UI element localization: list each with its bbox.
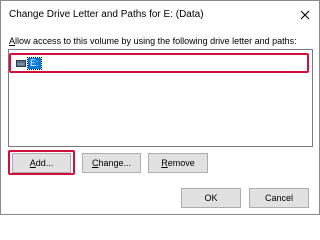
- close-icon: [300, 10, 310, 20]
- remove-button[interactable]: Remove: [148, 153, 208, 173]
- list-item-label: E:: [27, 57, 42, 70]
- list-item-drive-e[interactable]: E:: [9, 53, 309, 73]
- drive-icon: [16, 60, 26, 67]
- cancel-button[interactable]: Cancel: [249, 188, 309, 208]
- add-button[interactable]: Add...: [12, 153, 71, 173]
- change-button[interactable]: Change...: [82, 153, 141, 173]
- close-button[interactable]: [295, 6, 315, 24]
- title-bar: Change Drive Letter and Paths for E: (Da…: [1, 1, 319, 29]
- change-drive-letter-dialog: Change Drive Letter and Paths for E: (Da…: [0, 0, 320, 215]
- window-title: Change Drive Letter and Paths for E: (Da…: [9, 9, 204, 20]
- instruction-text: Allow access to this volume by using the…: [9, 36, 297, 46]
- ok-button[interactable]: OK: [181, 188, 241, 208]
